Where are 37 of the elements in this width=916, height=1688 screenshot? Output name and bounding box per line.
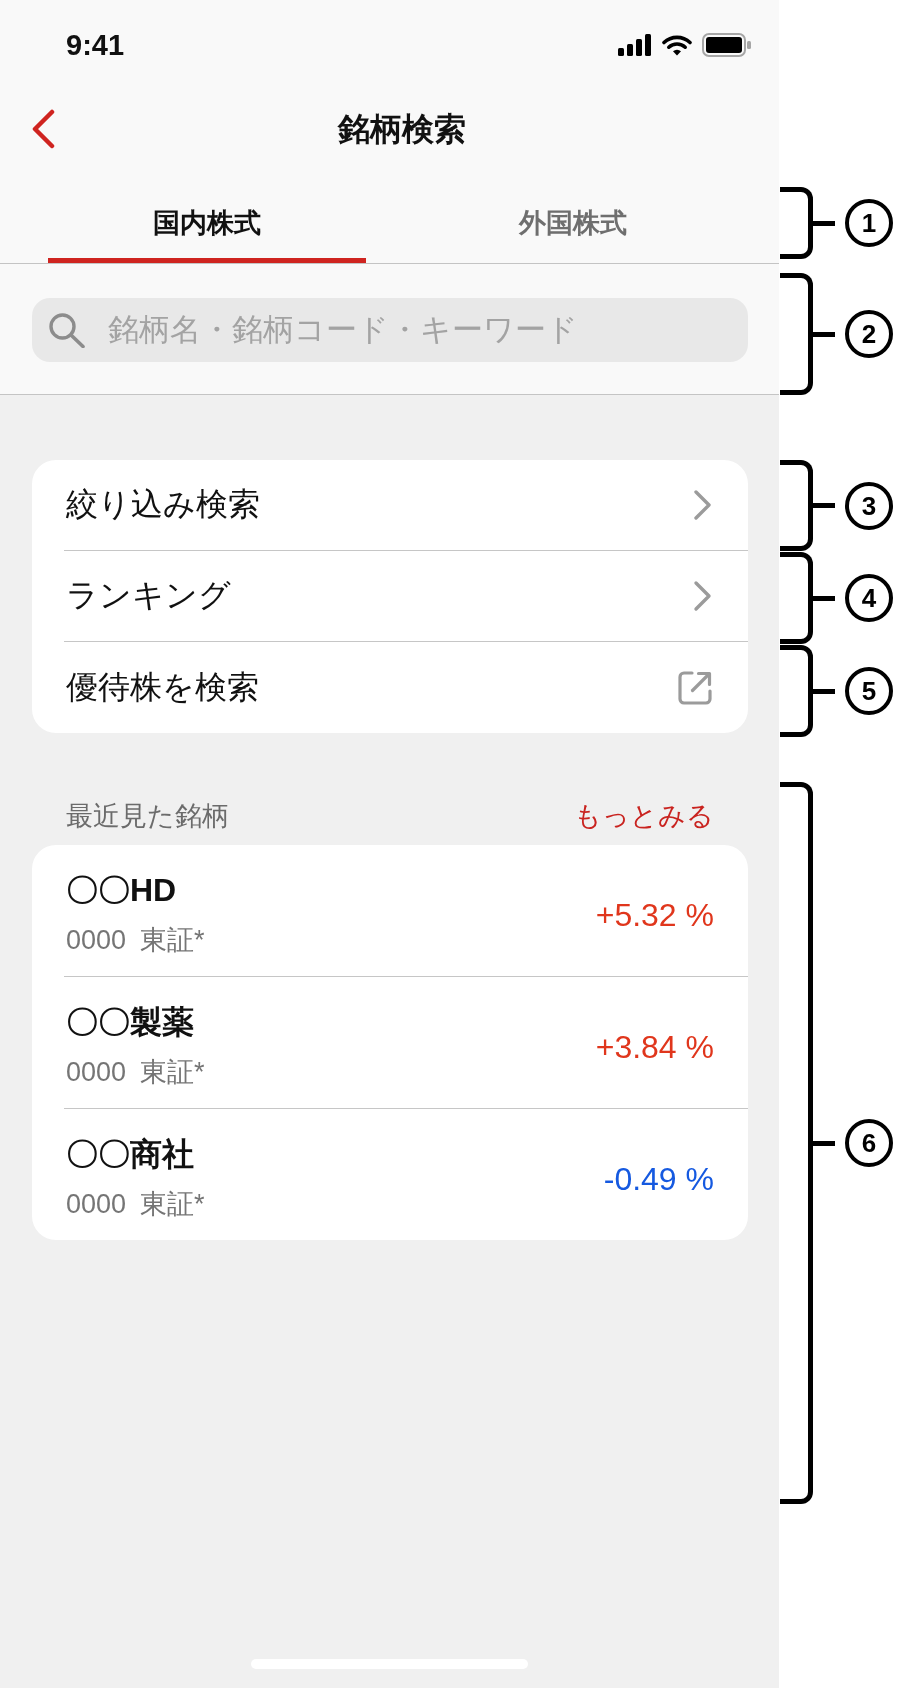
search-field[interactable]: 銘柄名・銘柄コード・キーワード <box>32 298 748 362</box>
stock-name: 〇〇製薬 <box>66 1003 194 1042</box>
chevron-right-icon <box>693 489 713 521</box>
back-icon <box>31 109 55 149</box>
tab[interactable]: 国内株式 <box>48 168 366 263</box>
callout-number: 6 <box>845 1119 893 1167</box>
nav-title: 銘柄検索 <box>338 110 466 149</box>
more-link[interactable]: もっとみる <box>574 796 714 836</box>
bracket-drawing <box>780 187 835 259</box>
status-time: 9:41 <box>66 28 125 62</box>
signal-icon <box>618 34 652 56</box>
change-percent: +5.32 % <box>595 895 714 935</box>
menu-item[interactable]: 絞り込み検索 <box>64 460 748 551</box>
callout-number: 4 <box>845 574 893 622</box>
tab[interactable]: 外国株式 <box>414 168 732 263</box>
stock-name: 〇〇HD <box>66 871 177 910</box>
search-icon <box>48 312 85 348</box>
stock-code: 0000 <box>66 924 127 957</box>
stock-code: 0000 <box>66 1056 127 1089</box>
callout-number: 3 <box>845 481 893 530</box>
menu-item[interactable]: 優待株を検索 <box>64 642 748 733</box>
wifi-icon <box>662 34 692 56</box>
callout-number: 1 <box>845 199 893 247</box>
change-percent: -0.49 % <box>603 1159 714 1199</box>
change-percent: +3.84 % <box>595 1027 714 1067</box>
stock-name: 〇〇商社 <box>66 1135 194 1174</box>
market-label: 東証* <box>140 924 205 957</box>
stock-code: 0000 <box>66 1188 127 1221</box>
chevron-right-icon <box>693 580 713 612</box>
battery-icon <box>702 33 751 57</box>
market-label: 東証* <box>140 1188 205 1221</box>
section-heading: 最近見た銘柄 <box>66 800 229 833</box>
external-link-icon <box>677 669 713 706</box>
menu-item[interactable]: ランキング <box>64 551 748 642</box>
callout-number: 2 <box>845 310 893 358</box>
market-label: 東証* <box>140 1056 205 1089</box>
callout-number: 5 <box>845 667 893 715</box>
